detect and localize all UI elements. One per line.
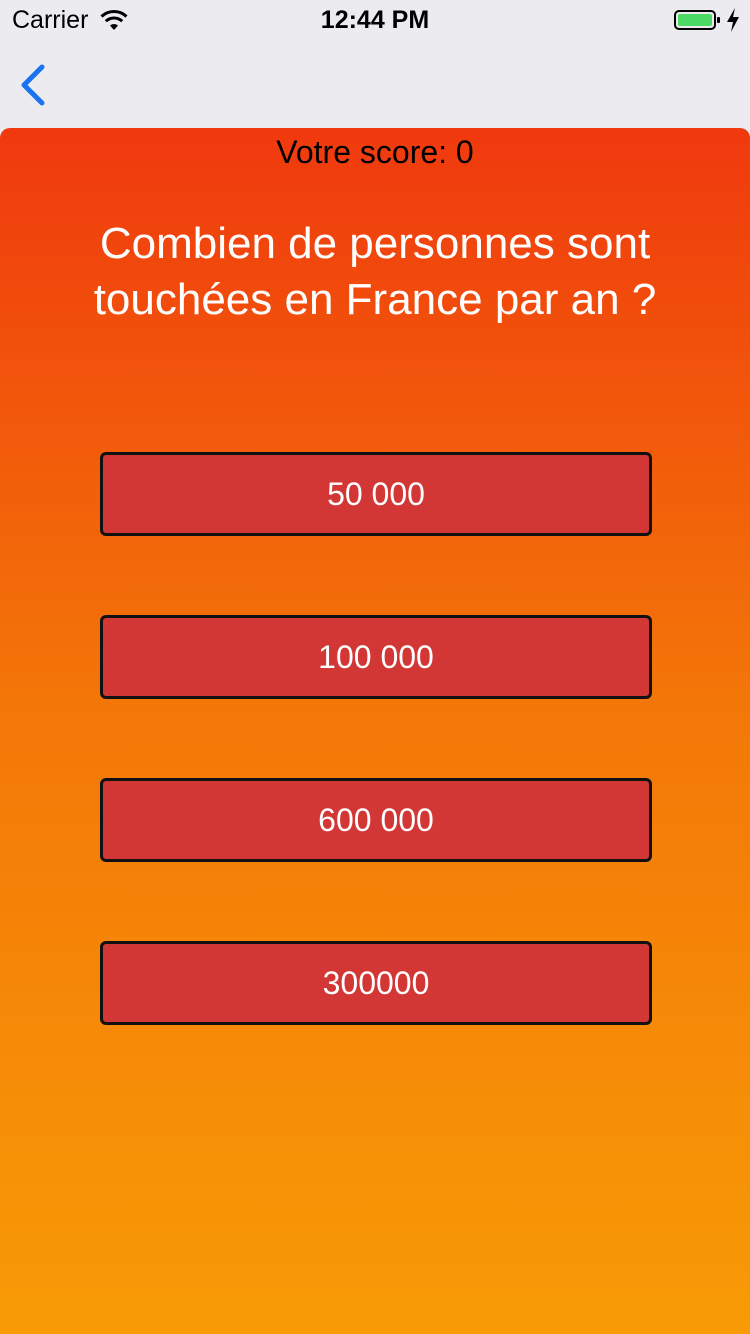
- answer-button-1[interactable]: 50 000: [100, 452, 652, 536]
- answer-button-3[interactable]: 600 000: [100, 778, 652, 862]
- chevron-left-icon: [21, 64, 45, 106]
- quiz-panel: Votre score: 0 Combien de personnes sont…: [0, 128, 750, 1334]
- clock-time: 12:44 PM: [320, 6, 430, 34]
- back-button[interactable]: [10, 60, 60, 110]
- charging-bolt-icon: [727, 8, 739, 32]
- answer-button-2[interactable]: 100 000: [100, 615, 652, 699]
- answer-button-4[interactable]: 300000: [100, 941, 652, 1025]
- question-text: Combien de personnes sont touchées en Fr…: [93, 219, 657, 324]
- navigation-bar: [0, 40, 750, 128]
- battery-charging-icon: [674, 10, 720, 30]
- status-bar: Carrier 12:44 PM: [0, 0, 750, 40]
- score-label: Votre score: 0: [276, 134, 474, 170]
